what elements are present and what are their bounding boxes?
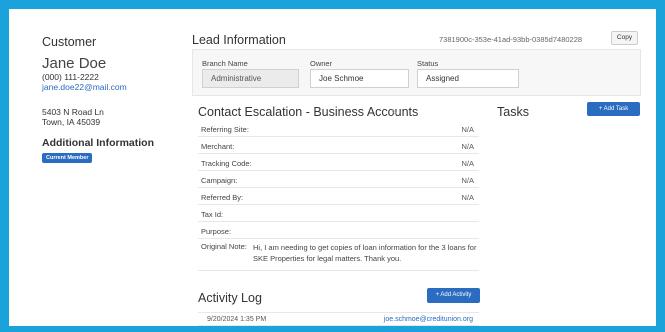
detail-row-merchant: Merchant: N/A: [198, 137, 479, 154]
activity-entry[interactable]: 9/20/2024 1:35 PM joe.schmoe@creditunion…: [198, 312, 479, 326]
customer-email-link[interactable]: jane.doe22@mail.com: [42, 82, 127, 92]
escalation-title: Contact Escalation - Business Accounts: [198, 105, 419, 119]
detail-row-campaign: Campaign: N/A: [198, 171, 479, 188]
row-label: Tax Id:: [201, 210, 224, 219]
note-label: Original Note:: [201, 242, 247, 251]
activity-date: 9/20/2024 1:35 PM: [207, 316, 267, 323]
lead-detail-page: Customer Jane Doe (000) 111-2222 jane.do…: [9, 9, 656, 326]
row-value: N/A: [461, 193, 474, 202]
branch-name-label: Branch Name: [202, 59, 248, 68]
branch-name-field: Administrative: [202, 69, 299, 88]
detail-row-purpose: Purpose:: [198, 222, 479, 239]
note-value: Hi, I am needing to get copies of loan i…: [253, 243, 477, 263]
pencil-icon[interactable]: ✎: [391, 108, 398, 117]
row-value: N/A: [461, 142, 474, 151]
copy-id-button[interactable]: Copy: [611, 31, 638, 45]
customer-name: Jane Doe: [42, 55, 107, 72]
customer-address-line2: Town, IA 45039: [42, 117, 101, 127]
detail-row-original-note: Original Note: Hi, I am needing to get c…: [198, 238, 479, 271]
customer-address-line1: 5403 N Road Ln: [42, 107, 104, 117]
customer-header: Customer: [42, 35, 97, 49]
tasks-title: Tasks: [497, 105, 529, 119]
activity-log-title: Activity Log: [198, 291, 262, 305]
row-label: Referred By:: [201, 193, 244, 202]
lead-id: 7381900c-353e-41ad-93bb-0385d7480228: [439, 35, 583, 44]
row-label: Referring Site:: [201, 125, 249, 134]
row-label: Merchant:: [201, 142, 235, 151]
row-label: Campaign:: [201, 176, 238, 185]
row-value: N/A: [461, 125, 474, 134]
detail-row-referred-by: Referred By: N/A: [198, 188, 479, 205]
add-task-button[interactable]: + Add Task: [587, 102, 640, 116]
add-activity-button[interactable]: + Add Activity: [427, 288, 480, 303]
status-field[interactable]: Assigned: [417, 69, 519, 88]
row-label: Tracking Code:: [201, 159, 252, 168]
status-label: Status: [417, 59, 439, 68]
row-label: Purpose:: [201, 227, 232, 236]
owner-field[interactable]: Joe Schmoe: [310, 69, 409, 88]
detail-row-tax-id: Tax Id:: [198, 205, 479, 222]
row-value: N/A: [461, 176, 474, 185]
row-value: N/A: [461, 159, 474, 168]
owner-label: Owner: [310, 59, 333, 68]
activity-user-link[interactable]: joe.schmoe@creditunion.org: [384, 316, 473, 323]
member-status-badge: Current Member: [42, 153, 93, 163]
lead-info-title: Lead Information: [192, 33, 286, 47]
detail-row-referring-site: Referring Site: N/A: [198, 120, 479, 137]
detail-row-tracking-code: Tracking Code: N/A: [198, 154, 479, 171]
additional-info-header: Additional Information: [42, 137, 154, 149]
customer-phone[interactable]: (000) 111-2222: [42, 72, 99, 82]
